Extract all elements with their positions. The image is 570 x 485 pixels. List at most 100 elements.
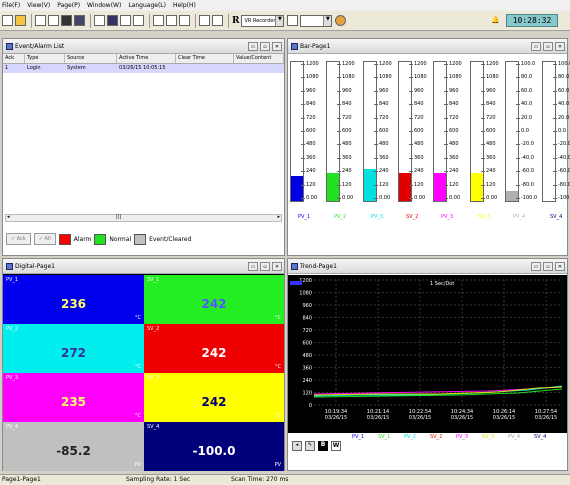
close-icon[interactable]: ✕ <box>555 261 565 271</box>
print-icon[interactable] <box>35 15 46 26</box>
toolbar: R VR Recorder ▼ ▼ 🔔 10:28:32 <box>0 11 570 31</box>
stop-icon[interactable] <box>61 15 72 26</box>
window-icon[interactable] <box>94 15 105 26</box>
trend-legend-item[interactable]: PV_3 <box>456 434 468 440</box>
close-icon[interactable]: ✕ <box>272 261 282 271</box>
col-value[interactable]: Value/Content <box>234 54 284 63</box>
scroll-left-icon[interactable]: ◂ <box>7 214 10 220</box>
cell-ack: 1 <box>5 65 9 71</box>
menu-language[interactable]: Language(L) <box>128 2 166 9</box>
minimize-icon[interactable]: ▭ <box>248 261 258 271</box>
minimize-icon[interactable]: ▭ <box>531 41 541 51</box>
minimize-icon[interactable]: ▭ <box>248 41 258 51</box>
close-icon[interactable]: ✕ <box>555 41 565 51</box>
trend-y-tick: 720 <box>302 328 312 334</box>
trend-legend-item[interactable]: SV_1 <box>378 434 390 440</box>
restore-icon[interactable]: ▫ <box>543 41 553 51</box>
bar-label: SV_3 <box>478 214 491 220</box>
trend-legend-item[interactable]: PV_4 <box>508 434 520 440</box>
settings-icon[interactable] <box>48 15 59 26</box>
ack-button[interactable]: ✓ Ack <box>6 233 31 245</box>
trend-controls: ◂ ✎ B W <box>292 441 341 451</box>
restore-icon[interactable]: ▫ <box>543 261 553 271</box>
bar-tick-label: 1080 <box>409 74 427 81</box>
menu-window[interactable]: Window(W) <box>87 2 121 9</box>
digital-cell-label: PV_4 <box>6 424 19 430</box>
list-icon[interactable] <box>133 15 144 26</box>
digital-cell-label: PV_1 <box>6 277 19 283</box>
trend-chart: 1 Sec/Dot 120010809608407206004803602401… <box>288 275 567 433</box>
new-file-icon[interactable] <box>2 15 13 26</box>
minimize-icon[interactable]: ▭ <box>531 261 541 271</box>
trend-legend-item[interactable]: SV_2 <box>430 434 442 440</box>
trend-window-titlebar: Trend-Page1 ▭ ▫ ✕ <box>288 259 567 274</box>
trend-cursor-marker[interactable] <box>290 281 302 285</box>
alarm-bell-icon[interactable] <box>335 15 347 26</box>
grid-icon[interactable] <box>74 15 85 26</box>
table-row[interactable]: 1 Login System 03/26/15 10:05:15 <box>3 64 284 73</box>
trend-legend-item[interactable]: PV_2 <box>404 434 416 440</box>
bar-fill <box>327 173 339 201</box>
bar-tick-label: -100.0 <box>552 195 570 201</box>
horizontal-scrollbar[interactable]: ◂ ||| ▸ <box>5 214 282 222</box>
secondary-select[interactable]: ▼ <box>300 14 333 27</box>
trend-legend-item[interactable]: SV_4 <box>534 434 546 440</box>
digital-cell-unit: °C <box>275 315 281 321</box>
bar-tick-label: 0.00 <box>300 195 318 201</box>
recorder-select[interactable]: VR Recorder ▼ <box>241 14 285 27</box>
col-active-time[interactable]: Active Time <box>117 54 176 63</box>
channel-icon[interactable] <box>287 15 299 26</box>
trend-x-tick: 03/26/15 <box>325 415 347 421</box>
bar-tick-label: 20.0 <box>515 114 533 121</box>
scroll-right-icon[interactable]: ▸ <box>277 214 280 220</box>
bar-tick-label: 120 <box>374 181 389 188</box>
bar-tick-label: 0.00 <box>373 195 391 201</box>
close-icon[interactable]: ✕ <box>272 41 282 51</box>
bar-tick-label: 480 <box>409 141 424 148</box>
open-folder-icon[interactable] <box>15 15 26 26</box>
cell-source: System <box>67 65 86 71</box>
digital-cell: SV_1 242 °C <box>144 275 284 324</box>
trend-nav-icon[interactable]: ◂ <box>292 441 302 451</box>
layout-icon[interactable] <box>179 15 190 26</box>
menu-view[interactable]: View(V) <box>27 2 50 9</box>
scroll-thumb[interactable]: ||| <box>116 214 121 220</box>
bar-tick-label: 720 <box>337 114 352 121</box>
bar-view-icon[interactable] <box>153 15 164 26</box>
bar-tick-label: 840 <box>337 101 352 108</box>
col-clear-time[interactable]: Clear Time <box>176 54 234 63</box>
bar-tick-label: -80.0 <box>516 181 534 188</box>
trend-black-button[interactable]: B <box>318 441 328 451</box>
calculator-icon[interactable] <box>212 15 223 26</box>
bar-fill <box>506 191 518 201</box>
menu-page[interactable]: Page(P) <box>57 2 80 9</box>
table-icon[interactable] <box>120 15 131 26</box>
chart-view-icon[interactable] <box>166 15 177 26</box>
menu-help[interactable]: Help(H) <box>173 2 196 9</box>
all-button[interactable]: ✓ All <box>33 233 56 245</box>
monitor-icon[interactable] <box>107 15 118 26</box>
col-ack[interactable]: Ack <box>3 54 25 63</box>
bar-tick-label: 360 <box>444 154 459 161</box>
trend-legend-item[interactable]: SV_3 <box>482 434 494 440</box>
col-source[interactable]: Source <box>65 54 117 63</box>
restore-icon[interactable]: ▫ <box>260 261 270 271</box>
bar-window: Bar-Page1 ▭ ▫ ✕ 1200 1080 960 840 720 600 480 3… <box>287 38 570 256</box>
bar-tick-label: 240 <box>481 168 496 175</box>
bar-fill <box>399 173 411 201</box>
bar-tick-label: 120 <box>301 181 316 188</box>
trend-bulb-icon[interactable]: ✎ <box>305 441 315 451</box>
cell-type: Login <box>27 65 41 71</box>
restore-icon[interactable]: ▫ <box>260 41 270 51</box>
digital-cell-unit: °C <box>135 315 141 321</box>
cursor-icon[interactable] <box>199 15 210 26</box>
trend-white-button[interactable]: W <box>331 441 341 451</box>
bar-tick-label: -80.0 <box>553 181 570 188</box>
bar-scale: 100.0 80.0 60.0 40.0 20.0 0.0 -20.0 -40.0 -60.0 -… <box>552 61 570 202</box>
menu-file[interactable]: File(F) <box>2 2 20 9</box>
trend-window: Trend-Page1 ▭ ▫ ✕ 1 Sec/Dot 1200 1080 960 8… <box>287 258 568 471</box>
trend-y-tick: 0 <box>309 403 312 409</box>
trend-legend-item[interactable]: PV_1 <box>352 434 364 440</box>
col-type[interactable]: Type <box>25 54 65 63</box>
bar-tick-label: 960 <box>301 87 316 94</box>
